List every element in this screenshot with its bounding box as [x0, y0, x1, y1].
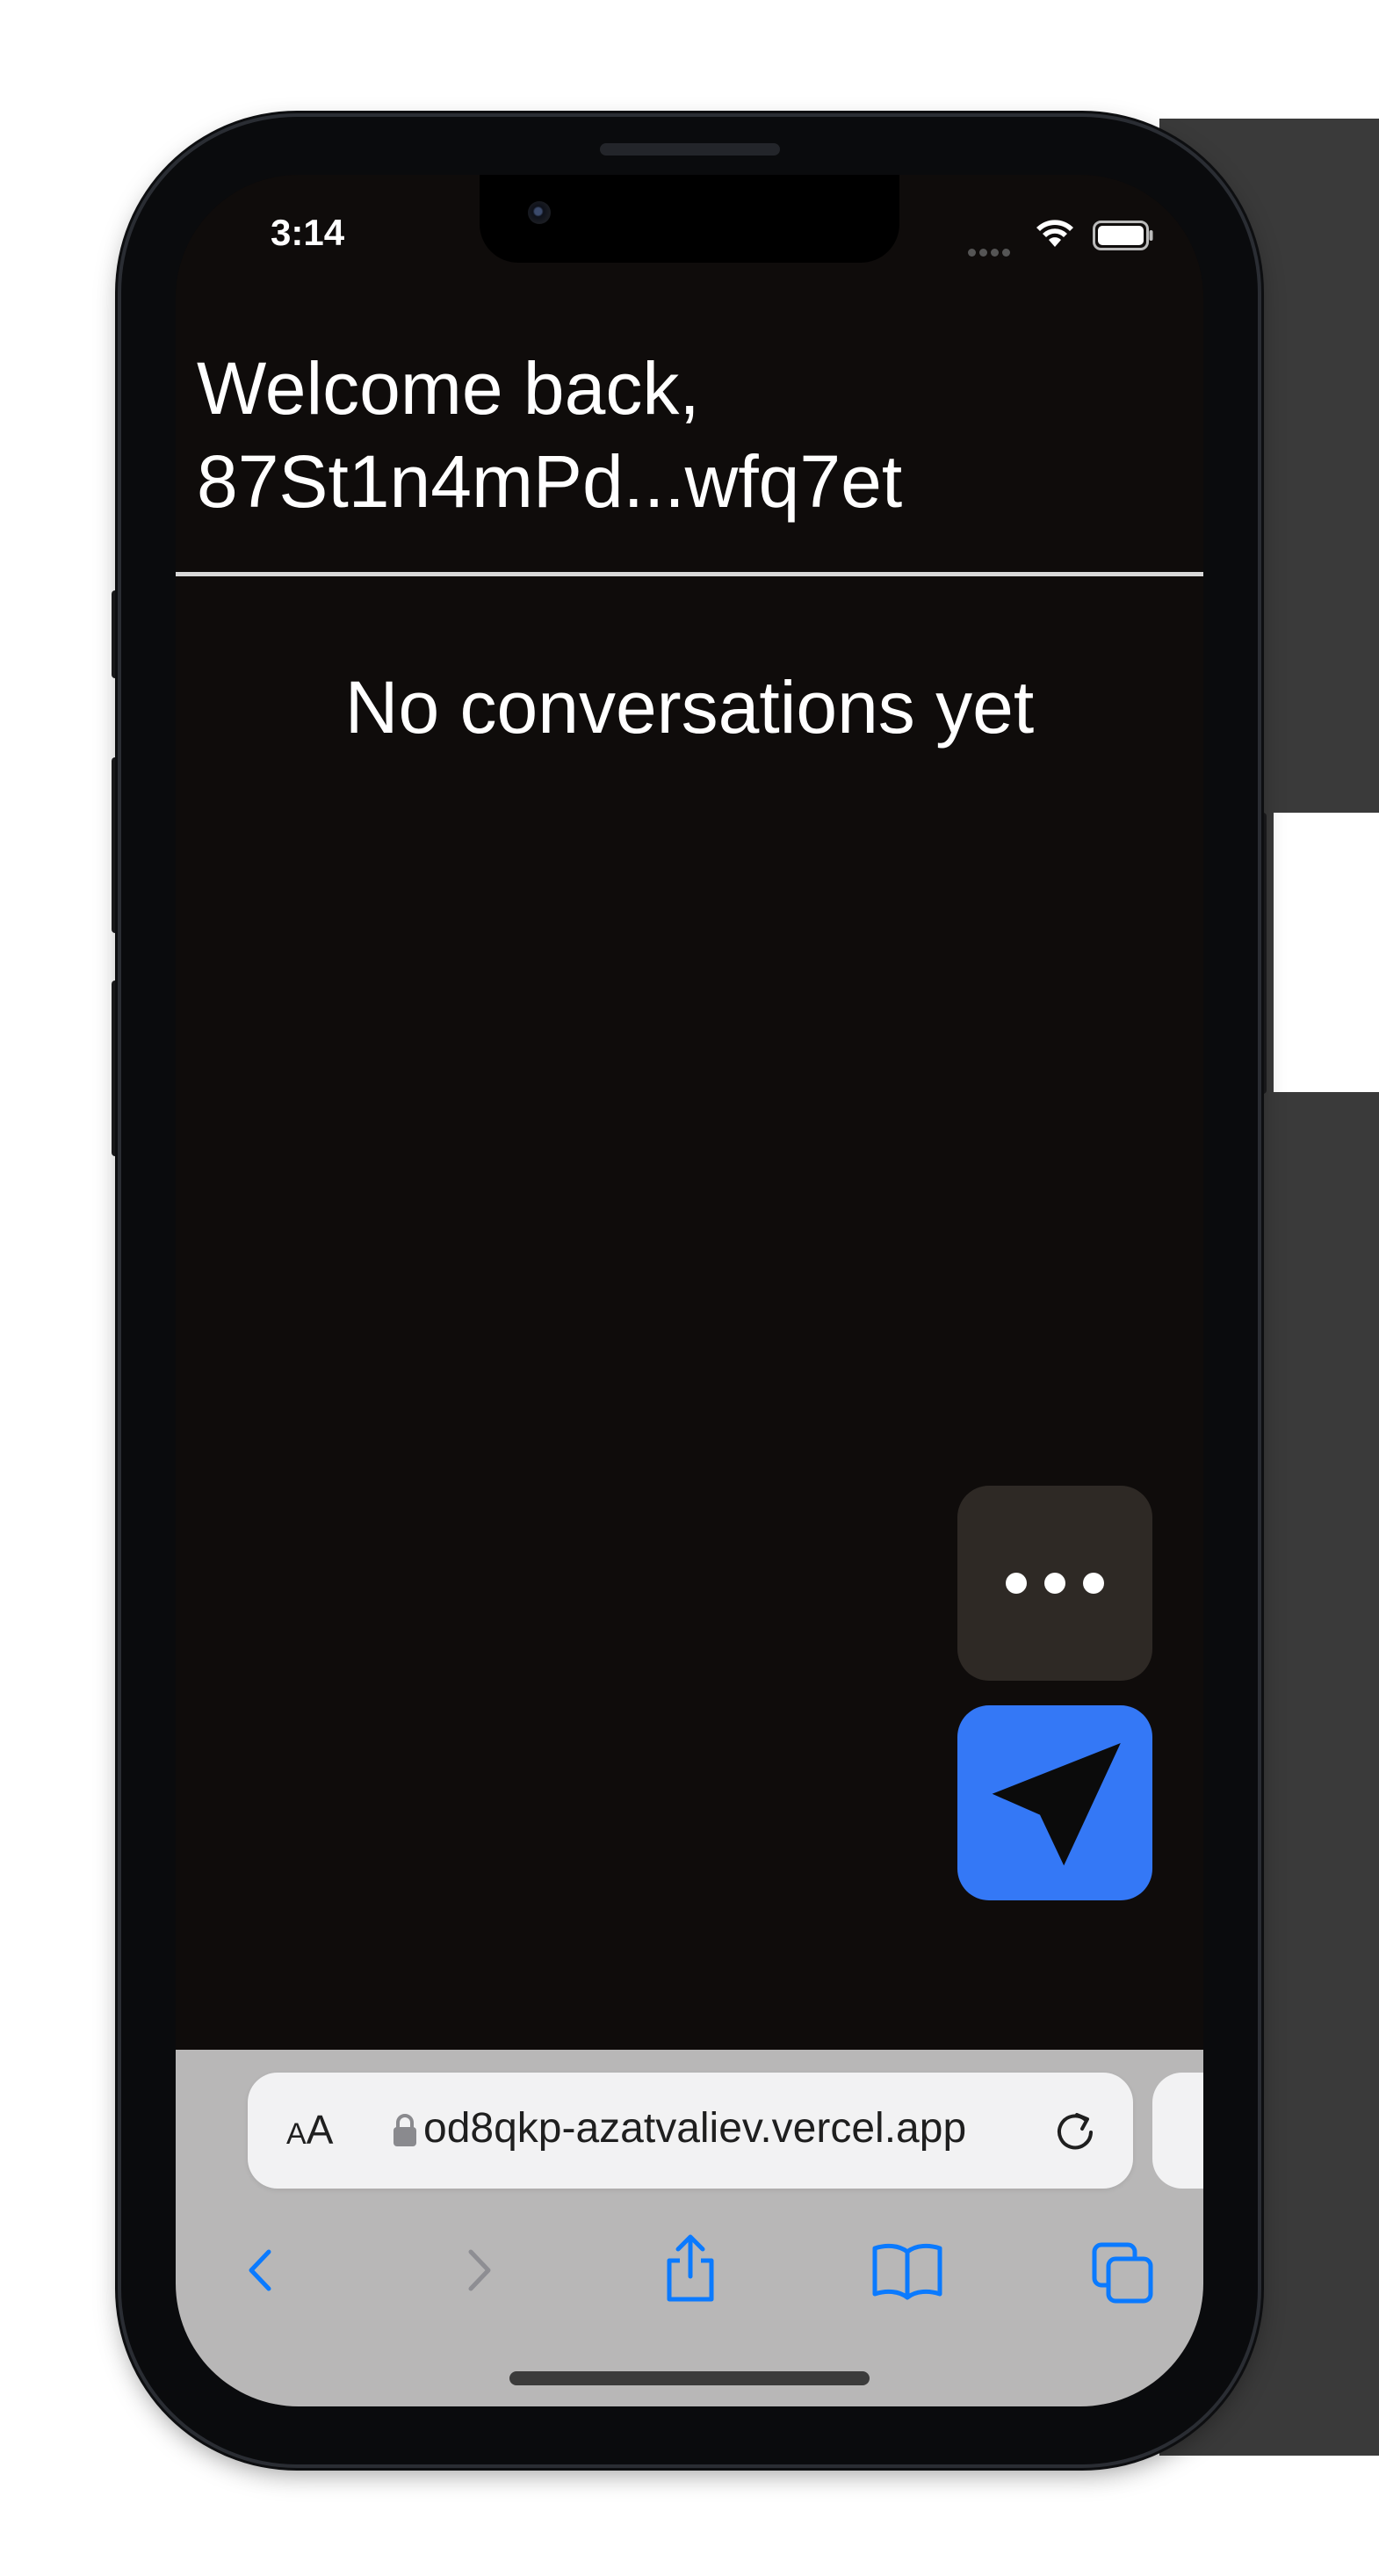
- home-indicator: [509, 2371, 870, 2385]
- front-camera: [528, 201, 551, 224]
- stage: 3:14 Welcome back, 87St1n4mPd...wfq7et N…: [0, 0, 1379, 2576]
- tabs-icon[interactable]: [1089, 2240, 1156, 2310]
- wallet-address: 87St1n4mPd...wfq7et: [197, 440, 903, 523]
- cellular-signal-icon: [968, 243, 1017, 257]
- browser-toolbar: AA od8qkp-azatvaliev.vercel.app: [176, 2050, 1203, 2406]
- header-divider: [176, 572, 1203, 576]
- notch: [480, 175, 899, 263]
- more-options-button[interactable]: [957, 1486, 1152, 1681]
- welcome-heading: Welcome back, 87St1n4mPd...wfq7et: [197, 342, 1163, 528]
- next-tab-preview[interactable]: [1152, 2073, 1203, 2189]
- address-bar[interactable]: AA od8qkp-azatvaliev.vercel.app: [248, 2073, 1133, 2189]
- url-text[interactable]: od8qkp-azatvaliev.vercel.app: [423, 2104, 986, 2153]
- share-icon[interactable]: [657, 2231, 724, 2308]
- paper-plane-icon: [992, 1743, 1121, 1866]
- welcome-line: Welcome back,: [197, 347, 700, 430]
- empty-state-message: No conversations yet: [344, 666, 1035, 749]
- screen: 3:14 Welcome back, 87St1n4mPd...wfq7et N…: [176, 175, 1203, 2406]
- battery-icon: [1093, 221, 1154, 254]
- speaker-grille: [600, 143, 780, 156]
- new-message-button[interactable]: [957, 1705, 1152, 1900]
- lock-icon: [392, 2113, 418, 2152]
- status-time: 3:14: [271, 212, 345, 253]
- back-icon[interactable]: [230, 2240, 292, 2305]
- page-header: Welcome back, 87St1n4mPd...wfq7et: [176, 298, 1203, 572]
- forward-icon[interactable]: [448, 2240, 509, 2305]
- background-cutout: [1274, 813, 1379, 1092]
- ellipsis-icon: [997, 1573, 1113, 1594]
- wifi-icon: [1035, 217, 1075, 252]
- reload-icon[interactable]: [1050, 2106, 1100, 2159]
- text-size-button[interactable]: AA: [286, 2106, 333, 2153]
- bookmarks-icon[interactable]: [870, 2240, 945, 2305]
- phone-frame: 3:14 Welcome back, 87St1n4mPd...wfq7et N…: [121, 117, 1258, 2464]
